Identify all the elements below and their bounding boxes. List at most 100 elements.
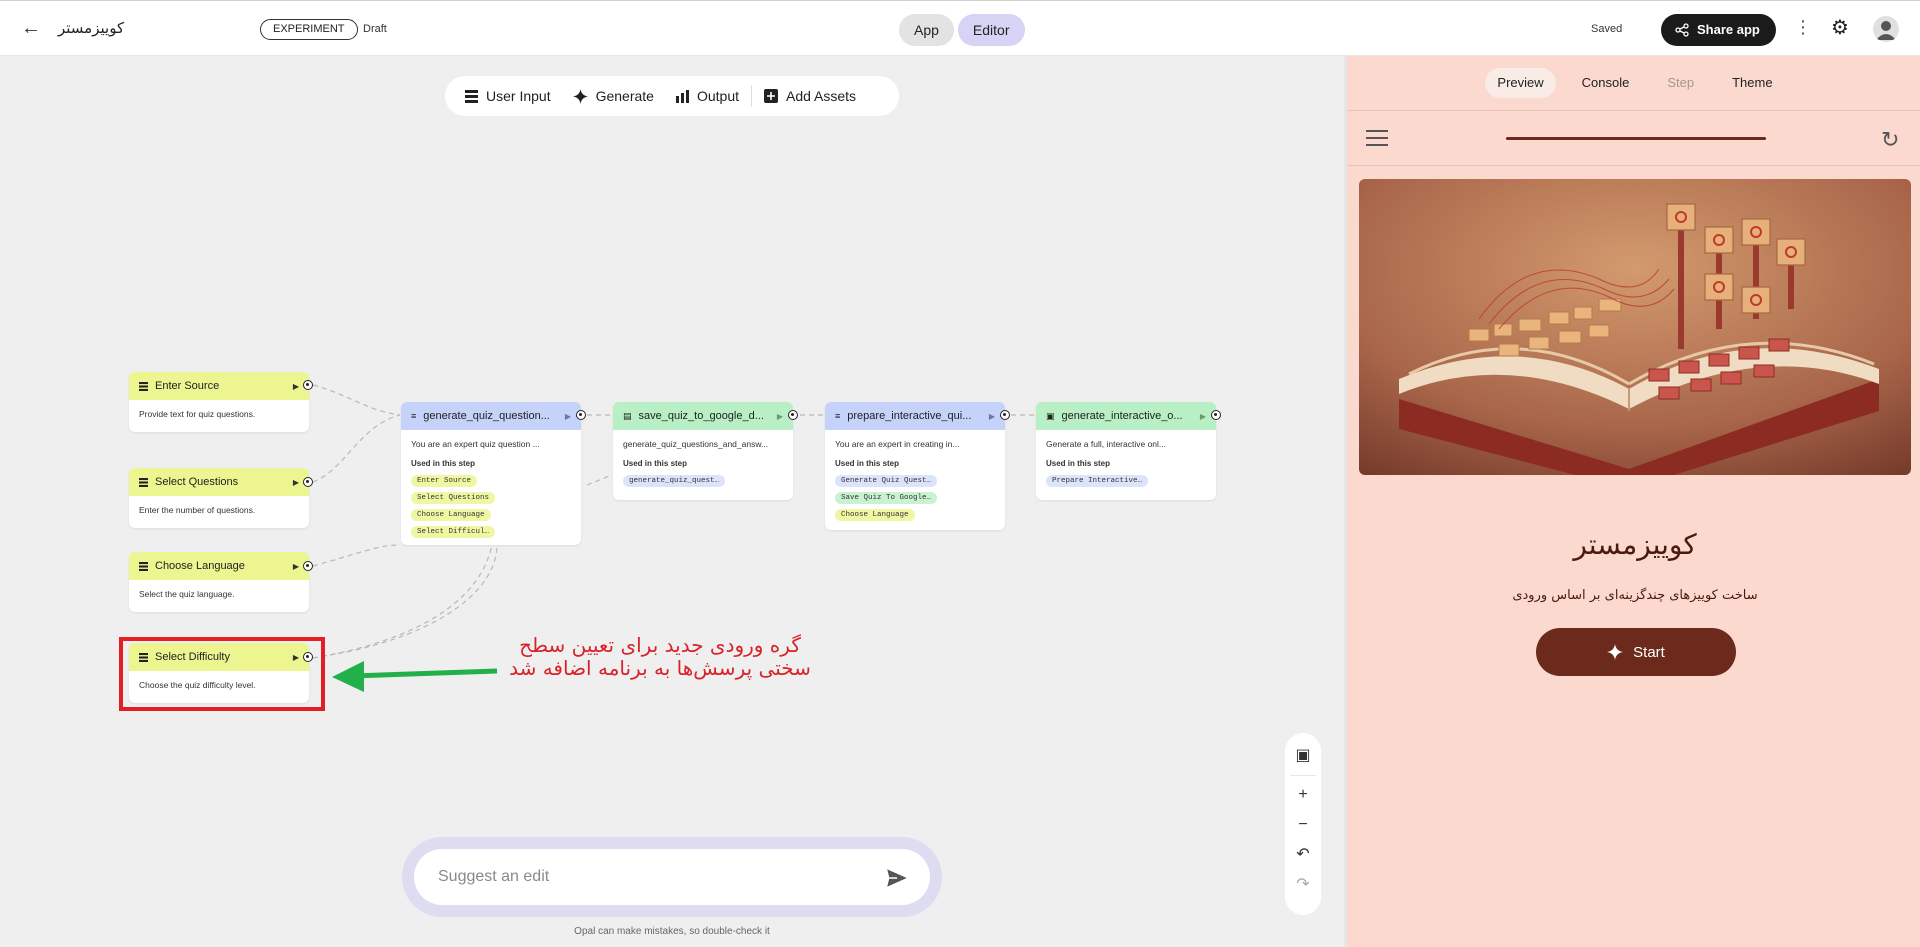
node-body: You are an expert in creating in... Used… — [825, 430, 1005, 530]
chip-enter-source[interactable]: Enter Source — [411, 475, 478, 487]
output-port[interactable] — [303, 561, 313, 571]
suggest-edit-input[interactable] — [414, 849, 930, 905]
user-input-icon — [139, 381, 148, 391]
node-title: Choose Language — [155, 560, 245, 572]
experiment-badge: EXPERIMENT — [260, 19, 358, 40]
share-icon — [1675, 23, 1689, 37]
more-vert-icon[interactable]: ⋮ — [1794, 17, 1812, 38]
play-icon[interactable]: ▶ — [293, 478, 299, 487]
annotation-text: گره ورودی جدید برای تعیین سطح سختی پرسش‌… — [509, 633, 811, 680]
node-title: Select Questions — [155, 476, 239, 488]
node-choose-language[interactable]: Choose Language ▶ Select the quiz langua… — [129, 552, 309, 612]
progress-bar — [1506, 137, 1766, 140]
tab-theme[interactable]: Theme — [1720, 68, 1784, 98]
zoom-out-icon[interactable]: − — [1288, 810, 1318, 840]
node-header: ▤ save_quiz_to_google_d... ▶ — [613, 402, 793, 430]
play-icon[interactable]: ▶ — [293, 382, 299, 391]
fit-screen-icon[interactable]: ▣ — [1288, 741, 1318, 771]
add-assets-button[interactable]: Add Assets — [764, 88, 856, 104]
zoom-in-icon[interactable]: + — [1288, 780, 1318, 810]
node-header: ▣ generate_interactive_o... ▶ — [1036, 402, 1216, 430]
chip-select-difficulty[interactable]: Select Difficul… — [411, 526, 496, 538]
generate-button[interactable]: Generate — [572, 88, 654, 104]
send-icon[interactable] — [884, 865, 910, 891]
node-header: ≡ generate_quiz_question... ▶ — [401, 402, 581, 430]
doc-icon: ▤ — [623, 410, 632, 421]
draft-status: Draft — [363, 23, 387, 35]
node-generate-quiz[interactable]: ≡ generate_quiz_question... ▶ You are an… — [401, 402, 581, 545]
node-description: You are an expert quiz question ... — [411, 439, 540, 449]
output-button[interactable]: Output — [675, 88, 739, 104]
node-generate-interactive[interactable]: ▣ generate_interactive_o... ▶ Generate a… — [1036, 402, 1216, 500]
disclaimer: Opal can make mistakes, so double-check … — [574, 926, 770, 937]
node-body: generate_quiz_questions_and_answ... Used… — [613, 430, 793, 500]
output-port[interactable] — [788, 410, 798, 420]
node-body: Generate a full, interactive onl... Used… — [1036, 430, 1216, 500]
chip-choose-language[interactable]: Choose Language — [835, 509, 915, 521]
chip-select-questions[interactable]: Select Questions — [411, 492, 496, 504]
menu-icon[interactable] — [1366, 130, 1388, 146]
start-label: Start — [1633, 643, 1665, 661]
play-icon[interactable]: ▶ — [1200, 412, 1206, 421]
sparkle-icon — [1607, 644, 1624, 660]
output-icon — [675, 89, 689, 103]
generate-node-icon: ≡ — [411, 411, 417, 421]
play-icon[interactable]: ▶ — [989, 412, 995, 421]
node-enter-source[interactable]: Enter Source ▶ Provide text for quiz que… — [129, 372, 309, 432]
chip-generate-quiz[interactable]: generate_quiz_quest… — [623, 475, 726, 487]
node-select-questions[interactable]: Select Questions ▶ Enter the number of q… — [129, 468, 309, 528]
output-port[interactable] — [1000, 410, 1010, 420]
chip-save-quiz[interactable]: Save Quiz To Google… — [835, 492, 938, 504]
node-body: You are an expert quiz question ... Used… — [401, 430, 581, 545]
node-prepare-interactive[interactable]: ≡ prepare_interactive_qui... ▶ You are a… — [825, 402, 1005, 530]
arrow-left-icon[interactable]: ← — [18, 15, 44, 41]
tab-preview[interactable]: Preview — [1485, 68, 1556, 98]
web-icon: ▣ — [1046, 410, 1055, 421]
node-description: generate_quiz_questions_and_answ... — [623, 439, 769, 449]
node-header: Select Questions ▶ — [129, 468, 309, 496]
preview-app-subtitle: ساخت کوییزهای چندگزینه‌ای بر اساس ورودی — [1512, 588, 1758, 603]
app-title[interactable]: کوییزمستر — [58, 19, 124, 37]
avatar[interactable] — [1873, 16, 1899, 42]
node-description: Generate a full, interactive onl... — [1046, 439, 1167, 449]
undo-icon[interactable]: ↶ — [1288, 840, 1318, 870]
node-save-quiz[interactable]: ▤ save_quiz_to_google_d... ▶ generate_qu… — [613, 402, 793, 500]
used-in-step-label: Used in this step — [623, 459, 688, 468]
tab-step[interactable]: Step — [1655, 68, 1706, 98]
output-port[interactable] — [1211, 410, 1221, 420]
gear-icon[interactable]: ⚙ — [1831, 15, 1849, 40]
hero-image — [1359, 179, 1911, 475]
zoom-divider — [1290, 775, 1316, 776]
chip-generate-quiz[interactable]: Generate Quiz Quest… — [835, 475, 938, 487]
node-header: ≡ prepare_interactive_qui... ▶ — [825, 402, 1005, 430]
app-mode-button[interactable]: App — [899, 14, 954, 46]
play-icon[interactable]: ▶ — [565, 412, 571, 421]
user-input-button[interactable]: User Input — [465, 88, 551, 104]
node-title: save_quiz_to_google_d... — [638, 410, 764, 422]
editor-mode-button[interactable]: Editor — [957, 14, 1025, 46]
output-port[interactable] — [303, 380, 313, 390]
node-description: You are an expert in creating in... — [835, 439, 960, 449]
node-title: generate_quiz_question... — [423, 410, 550, 422]
redo-icon[interactable]: ↷ — [1288, 870, 1318, 900]
chip-choose-language[interactable]: Choose Language — [411, 509, 491, 521]
preview-panel: Preview Console Step Theme ↻ کوییزمستر س… — [1344, 56, 1920, 947]
preview-app-bar: ↻ — [1347, 112, 1920, 166]
output-port[interactable] — [576, 410, 586, 420]
share-app-label: Share app — [1697, 22, 1760, 37]
chip-prepare-interactive[interactable]: Prepare Interactive… — [1046, 475, 1149, 487]
node-title: prepare_interactive_qui... — [847, 410, 972, 422]
output-port[interactable] — [303, 477, 313, 487]
zoom-controls: ▣ + − ↶ ↷ — [1285, 733, 1321, 915]
refresh-icon[interactable]: ↻ — [1881, 127, 1899, 153]
generate-label: Generate — [595, 88, 654, 104]
toolbar-divider — [751, 85, 752, 107]
used-in-step-label: Used in this step — [1046, 459, 1111, 468]
share-app-button[interactable]: Share app — [1661, 14, 1776, 46]
play-icon[interactable]: ▶ — [293, 562, 299, 571]
play-icon[interactable]: ▶ — [777, 412, 783, 421]
start-button[interactable]: Start — [1536, 628, 1736, 676]
node-title: generate_interactive_o... — [1061, 410, 1183, 422]
tab-console[interactable]: Console — [1570, 68, 1642, 98]
suggest-edit-bar — [402, 837, 942, 917]
